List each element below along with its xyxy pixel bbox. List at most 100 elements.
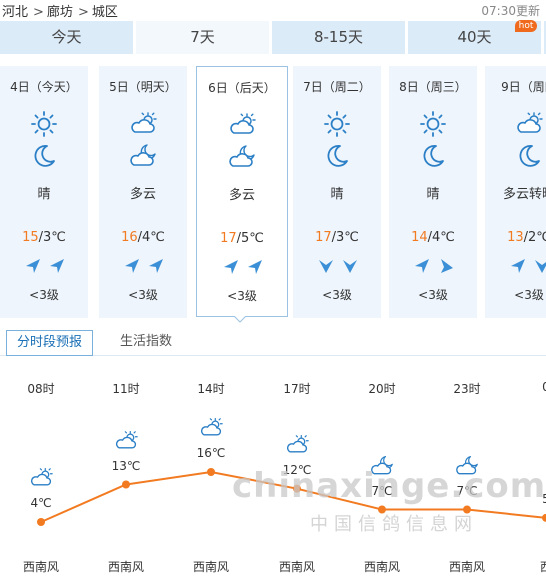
day-temperature: 17/5℃ [197, 231, 287, 246]
hour-wind-direction: 西南风 [107, 560, 144, 574]
breadcrumb-district[interactable]: 城区 [92, 5, 118, 20]
wind-arrow-northeast-icon [222, 258, 240, 276]
day-temperature: 13/2℃ [485, 230, 546, 245]
cloud-sun-icon [197, 416, 225, 440]
wind-arrow-northeast-icon [24, 257, 42, 275]
temp-low: /3℃ [331, 230, 359, 245]
breadcrumb-city[interactable]: 廊坊 [47, 5, 73, 20]
sun-icon [30, 110, 58, 138]
sun-icon [323, 110, 351, 138]
temp-high: 17 [315, 230, 332, 245]
day-card[interactable]: 8日（周三） 晴 14/4℃ <3级 [389, 66, 477, 318]
cloud-sun-icon [515, 110, 543, 138]
day-condition: 多云 [129, 187, 156, 202]
day-condition: 多云 [228, 188, 255, 203]
day-condition: 多云转晴 [502, 187, 546, 202]
tab-hourly-forecast[interactable]: 分时段预报 [6, 330, 94, 356]
temperature-point [37, 518, 45, 526]
wind-direction [313, 256, 361, 276]
day-temperature: 14/4℃ [389, 230, 477, 245]
cloud-moon-icon [129, 142, 157, 170]
tab-8-15days[interactable]: 8-15天 [272, 21, 405, 54]
day-card[interactable]: 4日（今天） 晴 15/3℃ <3级 [0, 66, 88, 318]
day-card[interactable]: 7日（周二） 晴 17/3℃ <3级 [293, 66, 381, 318]
hour-label: 14时 [197, 382, 225, 396]
hour-label: 11时 [112, 382, 140, 396]
tab-40days[interactable]: 40天 hot [408, 20, 541, 54]
temp-low: /5℃ [236, 231, 264, 246]
day-temperature: 16/4℃ [99, 230, 187, 245]
wind-arrow-northeast-icon [48, 257, 66, 275]
wind-arrow-south-icon [341, 257, 359, 275]
breadcrumb-separator: > [33, 5, 44, 20]
temp-high: 13 [507, 230, 524, 245]
day-temperature: 17/3℃ [293, 230, 381, 245]
hour-temperature: 13℃ [111, 458, 141, 473]
wind-arrow-northeast-icon [147, 257, 165, 275]
hour-wind-direction: 西南风 [363, 560, 400, 574]
wind-level: <3级 [418, 288, 448, 302]
day-card-selected[interactable]: 6日（后天） 多云 17/5℃ <3级 [196, 66, 288, 317]
temp-low: /4℃ [137, 230, 165, 245]
cloud-sun-icon [112, 429, 140, 453]
watermark-subtext: 中国信鸽信息网 [310, 514, 478, 535]
tab-today[interactable]: 今天 [0, 21, 133, 54]
selected-day-pointer [234, 316, 246, 323]
hot-badge: hot [515, 20, 537, 32]
day-date: 4日（今天） [10, 80, 78, 94]
wind-direction [505, 256, 546, 276]
hour-label: 08时 [27, 382, 55, 396]
cloud-sun-icon [27, 466, 55, 490]
temperature-point [542, 513, 546, 522]
wind-arrow-east-icon [437, 257, 455, 275]
tab-40days-label: 40天 [457, 28, 492, 46]
breadcrumb-separator: > [77, 5, 89, 20]
detail-tabs: 分时段预报 生活指数 [0, 330, 546, 356]
wind-level: <3级 [29, 288, 59, 302]
hour-wind-direction: 西南风 [448, 560, 485, 574]
breadcrumb: 河北 > 廊坊 > 城区 [2, 1, 120, 20]
day-card[interactable]: 9日（周四 多云转晴 13/2℃ <3级 [485, 66, 546, 318]
wind-level: <3级 [128, 288, 158, 302]
hour-temperature: 16℃ [196, 446, 226, 460]
wind-arrow-south-icon [317, 257, 335, 275]
wind-level: <3级 [514, 288, 544, 302]
hour-label: 20时 [368, 382, 396, 396]
wind-direction [409, 256, 457, 276]
day-condition: 晴 [426, 187, 440, 202]
tab-life-index[interactable]: 生活指数 [110, 330, 182, 356]
hour-wind-direction: 西南风 [278, 560, 315, 574]
wind-direction [218, 257, 266, 277]
wind-level: <3级 [322, 288, 352, 302]
wind-arrow-south-icon [533, 257, 546, 275]
moon-icon [323, 142, 351, 170]
temp-high: 17 [220, 231, 237, 246]
wind-arrow-northeast-icon [509, 257, 527, 275]
temp-high: 14 [411, 230, 428, 245]
day-date: 8日（周三） [399, 80, 467, 94]
hour-wind-direction: 西 [539, 560, 546, 574]
tab-7days[interactable]: 7天 [136, 21, 269, 54]
day-temperature: 15/3℃ [0, 230, 88, 245]
day-card[interactable]: 5日（明天） 多云 16/4℃ <3级 [99, 66, 187, 318]
wind-arrow-northeast-icon [246, 258, 264, 276]
cloud-sun-icon [283, 433, 311, 457]
temp-low: /4℃ [427, 230, 455, 245]
temp-high: 15 [22, 230, 39, 245]
cloud-moon-icon [228, 143, 256, 171]
wind-direction [20, 256, 68, 276]
day-date: 9日（周四 [501, 80, 546, 94]
day-date: 6日（后天） [208, 81, 276, 95]
day-date: 5日（明天） [109, 80, 177, 94]
daily-forecast: 4日（今天） 晴 15/3℃ <3级 5日（明天） 多云 16/4℃ <3级 6… [0, 66, 546, 318]
temp-low: /2℃ [523, 230, 546, 245]
temp-high: 16 [121, 230, 138, 245]
wind-level: <3级 [227, 289, 257, 303]
forecast-tabs: 今天 7天 8-15天 40天 hot [0, 20, 546, 56]
sun-icon [419, 110, 447, 138]
breadcrumb-province[interactable]: 河北 [2, 5, 28, 20]
moon-icon [30, 142, 58, 170]
hour-label: 0 [542, 380, 546, 394]
hour-label: 17时 [283, 382, 311, 396]
temperature-point [122, 480, 130, 489]
